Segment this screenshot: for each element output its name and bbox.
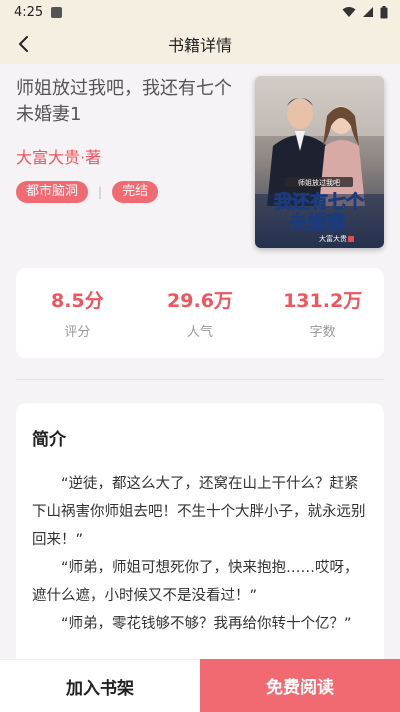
add-to-shelf-button[interactable]: 加入书架 bbox=[0, 659, 200, 712]
stat-value: 29.6万 bbox=[167, 290, 233, 312]
section-divider bbox=[16, 379, 384, 380]
stats-card: 8.5分 评分 29.6万 人气 131.2万 字数 bbox=[16, 268, 384, 358]
stat-rating: 8.5分 评分 bbox=[27, 286, 127, 340]
intro-heading: 简介 bbox=[32, 430, 66, 450]
battery-icon bbox=[380, 5, 388, 18]
stat-value: 131.2万 bbox=[283, 290, 363, 312]
book-cover[interactable]: 师姐放过我吧 我还有七个 未婚妻 大富大贵 bbox=[255, 76, 384, 248]
stat-label: 人气 bbox=[186, 325, 213, 340]
cover-title-line1: 我还有七个 bbox=[274, 191, 365, 213]
read-free-button[interactable]: 免费阅读 bbox=[200, 659, 400, 712]
book-author[interactable]: 大富大贵·著 bbox=[16, 144, 101, 168]
intro-text: “逆徒，都这么大了，还窝在山上干什么？赶紧下山祸害你师姐去吧！不生十个大胖小子，… bbox=[32, 470, 370, 638]
signal-icon bbox=[363, 7, 373, 17]
stat-label: 字数 bbox=[309, 325, 336, 340]
nav-bar: 书籍详情 bbox=[0, 24, 400, 64]
status-time: 4:25 bbox=[14, 4, 44, 20]
stat-word-count: 131.2万 字数 bbox=[273, 286, 373, 340]
book-title: 师姐放过我吧，我还有七个未婚妻1 bbox=[16, 78, 232, 125]
stat-popularity: 29.6万 人气 bbox=[150, 286, 250, 340]
cover-illustration: 师姐放过我吧 我还有七个 未婚妻 大富大贵 bbox=[255, 76, 384, 248]
page-title: 书籍详情 bbox=[167, 36, 232, 55]
intro-paragraph: “逆徒，都这么大了，还窝在山上干什么？赶紧下山祸害你师姐去吧！不生十个大胖小子，… bbox=[32, 476, 366, 548]
stat-label: 评分 bbox=[64, 325, 91, 340]
tag-genre[interactable]: 都市脑洞 bbox=[16, 181, 89, 203]
status-left: 4:25 bbox=[14, 4, 63, 20]
tag-separator: | bbox=[98, 185, 103, 199]
stat-value: 8.5分 bbox=[50, 290, 104, 312]
status-right bbox=[342, 5, 388, 19]
wifi-icon bbox=[342, 7, 356, 17]
tag-status[interactable]: 完结 bbox=[112, 181, 159, 203]
book-tags: 都市脑洞 | 完结 bbox=[16, 181, 159, 203]
intro-paragraph: “师弟，零花钱够不够？我再给你转十个亿？” bbox=[61, 616, 352, 632]
cover-author: 大富大贵 bbox=[319, 234, 347, 243]
chevron-left-icon bbox=[19, 36, 28, 52]
cover-caption: 师姐放过我吧 bbox=[298, 178, 340, 187]
notification-icon bbox=[51, 6, 63, 18]
back-button[interactable] bbox=[8, 28, 40, 60]
intro-paragraph: “师弟，师姐可想死你了，快来抱抱……哎呀，遮什么遮，小时候又不是没看过！” bbox=[32, 560, 359, 604]
cover-title-line2: 未婚妻 bbox=[287, 211, 345, 234]
status-bar: 4:25 bbox=[0, 0, 400, 24]
bottom-action-bar: 加入书架 免费阅读 bbox=[0, 659, 400, 712]
